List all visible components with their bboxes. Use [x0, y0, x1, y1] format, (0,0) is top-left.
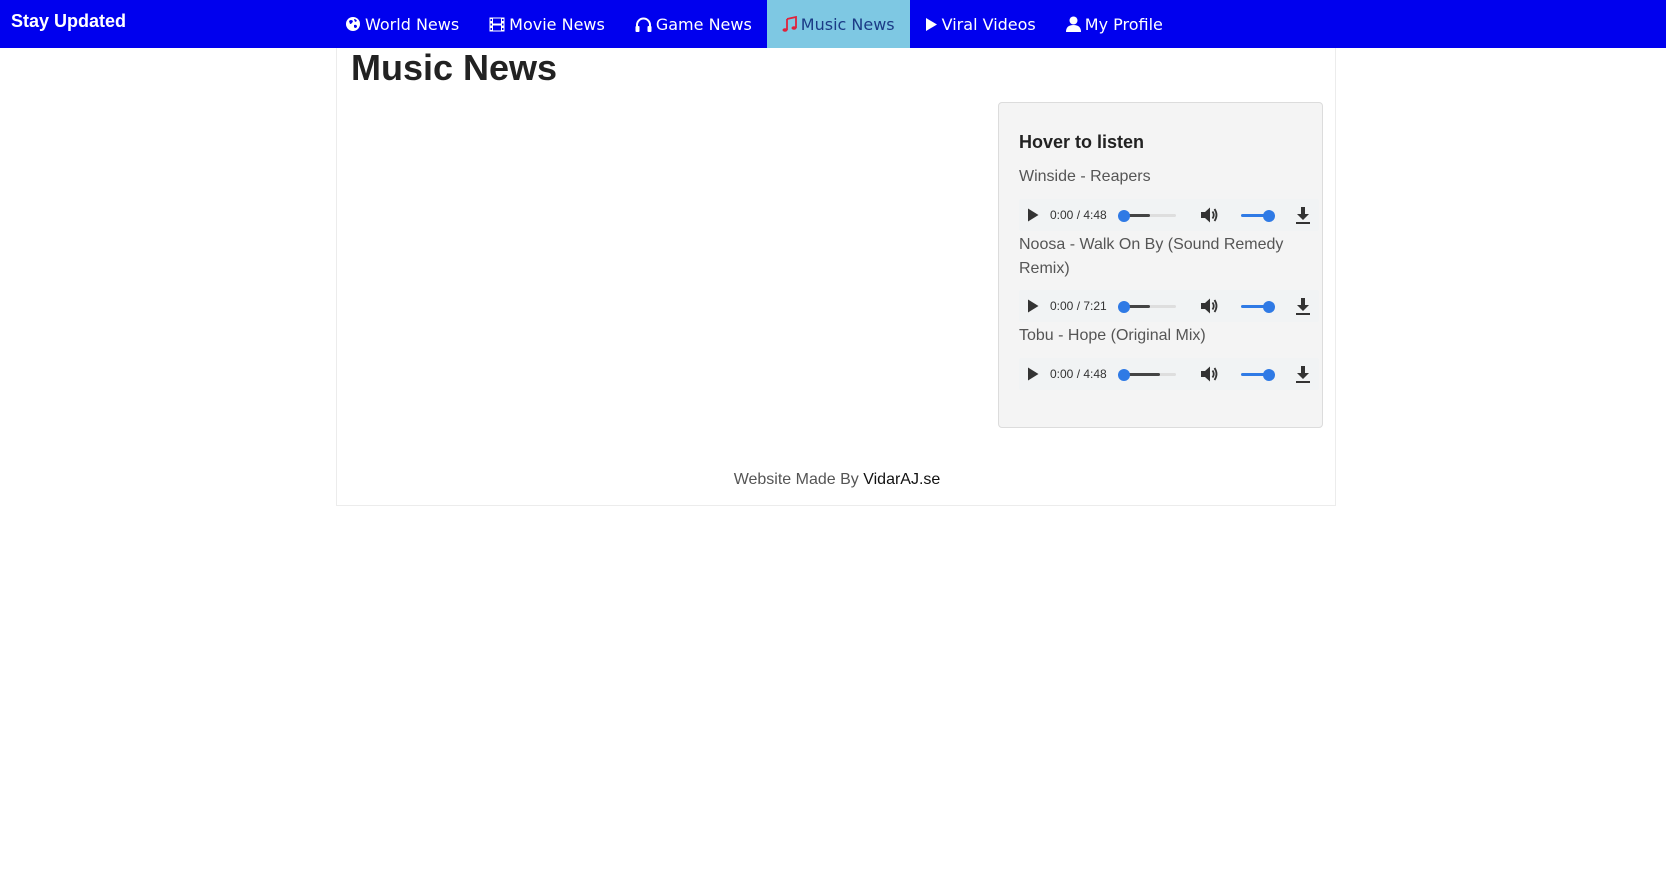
audio-player[interactable]: 0:00 / 4:48 [1019, 358, 1319, 390]
volume-thumb[interactable] [1263, 209, 1275, 222]
progress-slider[interactable] [1118, 368, 1176, 381]
brand-link[interactable]: Stay Updated [11, 0, 126, 44]
nav-item-movie-news[interactable]: Movie News [474, 0, 620, 48]
music-note-icon [782, 16, 797, 32]
download-icon[interactable] [1295, 365, 1311, 383]
volume-slider[interactable] [1241, 300, 1275, 313]
download-icon[interactable] [1295, 206, 1311, 224]
nav-item-label: Game News [655, 14, 752, 34]
nav-item-world-news[interactable]: World News [330, 0, 474, 48]
play-icon [925, 17, 937, 31]
time-display: 0:00 / 4:48 [1050, 208, 1107, 222]
progress-thumb[interactable] [1118, 368, 1130, 381]
panel-heading: Hover to listen [1019, 132, 1145, 152]
volume-thumb[interactable] [1263, 300, 1275, 313]
nav-item-label: Viral Videos [941, 14, 1036, 34]
track-title: Winside - Reapers [1019, 168, 1151, 185]
nav-item-music-news[interactable]: Music News [766, 0, 910, 48]
time-display: 0:00 / 7:21 [1050, 299, 1107, 313]
volume-icon[interactable] [1199, 205, 1219, 225]
progress-thumb[interactable] [1118, 209, 1130, 222]
globe-icon [346, 17, 360, 31]
volume-slider[interactable] [1241, 368, 1275, 381]
download-icon[interactable] [1295, 297, 1311, 315]
volume-slider[interactable] [1241, 209, 1275, 222]
listen-panel: Hover to listen Winside - Reapers 0:00 /… [998, 102, 1323, 428]
track-title: Tobu - Hope (Original Mix) [1019, 327, 1206, 344]
play-icon[interactable] [1027, 367, 1039, 381]
progress-slider[interactable] [1118, 209, 1176, 222]
footer-prefix: Website Made By [733, 471, 864, 488]
nav-item-game-news[interactable]: Game News [620, 0, 767, 48]
play-icon[interactable] [1027, 208, 1039, 222]
play-icon[interactable] [1027, 299, 1039, 313]
main-nav: World News Movie News Game News Music Ne… [330, 0, 1178, 48]
track-title: Noosa - Walk On By (Sound Remedy Remix) [1019, 236, 1284, 277]
progress-thumb[interactable] [1118, 300, 1130, 313]
audio-player[interactable]: 0:00 / 7:21 [1019, 290, 1319, 322]
progress-slider[interactable] [1118, 300, 1176, 313]
nav-item-label: World News [365, 14, 460, 34]
nav-item-label: Music News [800, 14, 895, 34]
time-display: 0:00 / 4:48 [1050, 367, 1107, 381]
volume-icon[interactable] [1199, 296, 1219, 316]
author-link[interactable]: VidarAJ.se [863, 471, 940, 488]
nav-item-viral-videos[interactable]: Viral Videos [910, 0, 1051, 48]
nav-item-label: My Profile [1084, 14, 1163, 34]
audio-player[interactable]: 0:00 / 4:48 [1019, 199, 1319, 231]
film-icon [489, 17, 505, 31]
volume-thumb[interactable] [1263, 368, 1275, 381]
volume-icon[interactable] [1199, 364, 1219, 384]
nav-item-my-profile[interactable]: My Profile [1051, 0, 1178, 48]
content-container: Music News Hover to listen Winside - Rea… [336, 48, 1336, 506]
headphones-icon [635, 17, 652, 32]
top-navbar: Stay Updated World News Movie News Game … [0, 0, 1666, 48]
user-icon [1065, 16, 1081, 32]
page-title: Music News [351, 47, 558, 88]
site-footer: Website Made By VidarAJ.se [337, 471, 1337, 489]
nav-item-label: Movie News [509, 14, 605, 34]
